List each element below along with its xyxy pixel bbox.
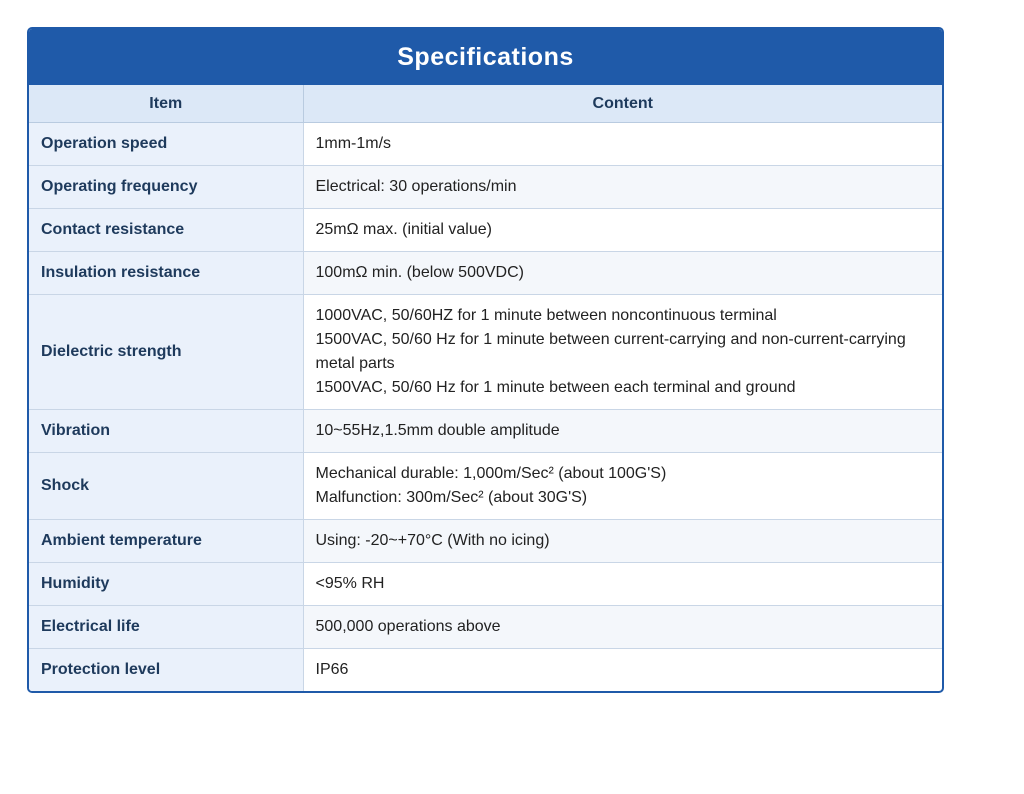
- column-header-item: Item: [29, 85, 303, 123]
- specifications-table: Item Content Operation speed 1mm-1m/s Oper…: [29, 85, 942, 691]
- table-row: Operation speed 1mm-1m/s: [29, 122, 942, 166]
- table-row: Vibration 10~55Hz,1.5mm double amplitude: [29, 409, 942, 453]
- spec-item-cell: Operating frequency: [29, 165, 304, 209]
- table-row: Contact resistance 25mΩ max. (initial val…: [29, 208, 942, 252]
- spec-content-cell: Mechanical durable: 1,000m/Sec² (about 1…: [303, 452, 942, 520]
- spec-content-cell: 100mΩ min. (below 500VDC): [303, 251, 942, 295]
- spec-item-cell: Insulation resistance: [29, 251, 304, 295]
- spec-content-line: Malfunction: 300m/Sec² (about 30G'S): [315, 489, 588, 506]
- spec-content-line: IP66: [315, 661, 349, 678]
- table-row: Humidity <95% RH: [29, 562, 942, 606]
- spec-content-cell: <95% RH: [303, 562, 942, 606]
- table-body: Operation speed 1mm-1m/s Operating frequen…: [29, 122, 942, 691]
- spec-content-line: <95% RH: [315, 575, 385, 592]
- table-row: Insulation resistance 100mΩ min. (below 5…: [29, 251, 942, 295]
- table-row: Operating frequency Electrical: 30 operat…: [29, 165, 942, 209]
- spec-item-cell: Contact resistance: [29, 208, 304, 252]
- spec-content-cell: 10~55Hz,1.5mm double amplitude: [303, 409, 942, 453]
- spec-content-line: 100mΩ min. (below 500VDC): [315, 264, 524, 281]
- page-title: Specifications: [29, 29, 942, 85]
- spec-content-line: 1mm-1m/s: [315, 135, 392, 152]
- table-row: Ambient temperature Using: -20~+70°C (Wit…: [29, 519, 942, 563]
- spec-content-line: 1500VAC, 50/60 Hz for 1 minute between e…: [315, 379, 796, 396]
- spec-content-line: 25mΩ max. (initial value): [315, 221, 492, 238]
- spec-item-cell: Dielectric strength: [29, 294, 304, 410]
- spec-item-cell: Shock: [29, 452, 304, 520]
- spec-item-cell: Protection level: [29, 648, 304, 691]
- spec-content-line: 1500VAC, 50/60 Hz for 1 minute between c…: [315, 331, 906, 372]
- table-header-row: Item Content: [29, 85, 942, 123]
- table-row: Shock Mechanical durable: 1,000m/Sec² (ab…: [29, 452, 942, 520]
- spec-content-cell: IP66: [303, 648, 942, 691]
- spec-content-line: Electrical: 30 operations/min: [315, 178, 517, 195]
- spec-item-cell: Humidity: [29, 562, 304, 606]
- table-row: Protection level IP66: [29, 648, 942, 691]
- spec-item-cell: Ambient temperature: [29, 519, 304, 563]
- spec-content-line: 1000VAC, 50/60HZ for 1 minute between no…: [315, 307, 777, 324]
- spec-item-cell: Electrical life: [29, 605, 304, 649]
- specifications-card: Specifications Item Content Operation sp…: [27, 27, 944, 693]
- spec-content-line: 500,000 operations above: [315, 618, 501, 635]
- table-row: Dielectric strength 1000VAC, 50/60HZ for …: [29, 294, 942, 410]
- spec-content-line: Using: -20~+70°C (With no icing): [315, 532, 550, 549]
- spec-item-cell: Vibration: [29, 409, 304, 453]
- spec-content-line: 10~55Hz,1.5mm double amplitude: [315, 422, 560, 439]
- spec-content-cell: Using: -20~+70°C (With no icing): [303, 519, 942, 563]
- spec-content-cell: 1000VAC, 50/60HZ for 1 minute between no…: [303, 294, 942, 410]
- column-header-content: Content: [302, 85, 942, 123]
- spec-item-cell: Operation speed: [29, 122, 304, 166]
- spec-content-cell: 25mΩ max. (initial value): [303, 208, 942, 252]
- spec-content-cell: 500,000 operations above: [303, 605, 942, 649]
- spec-content-line: Mechanical durable: 1,000m/Sec² (about 1…: [315, 465, 667, 482]
- table-row: Electrical life 500,000 operations above: [29, 605, 942, 649]
- spec-content-cell: Electrical: 30 operations/min: [303, 165, 942, 209]
- spec-content-cell: 1mm-1m/s: [303, 123, 942, 166]
